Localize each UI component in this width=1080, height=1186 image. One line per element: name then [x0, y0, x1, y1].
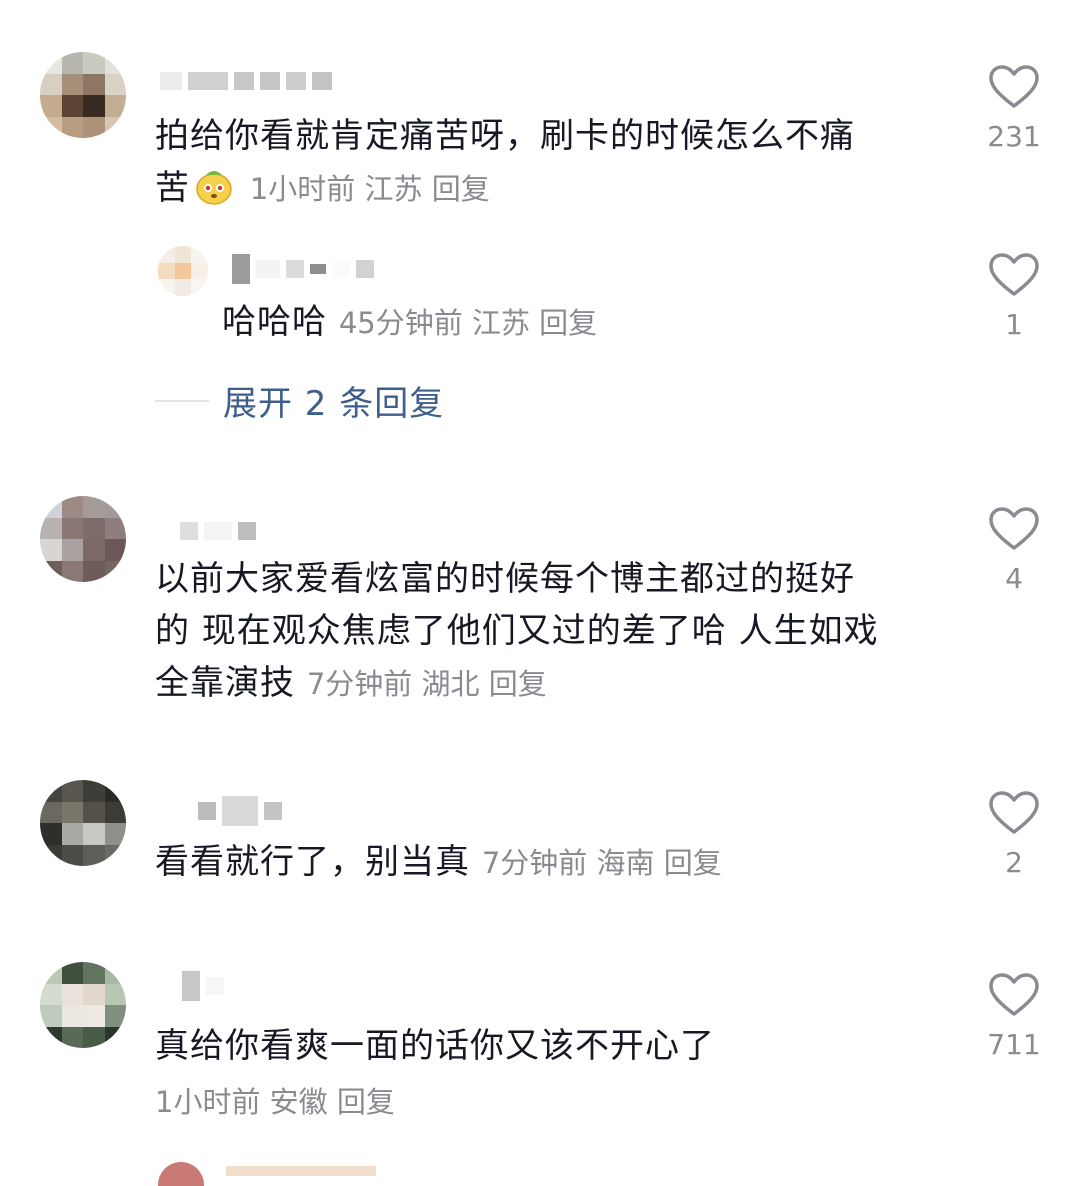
reply-location: 江苏 — [471, 306, 530, 340]
reply-button[interactable]: 回复 — [337, 1085, 395, 1119]
comment-text: 拍给你看就肯定痛苦呀，刷卡的时候怎么不痛 苦 1小时前 江苏 回复 — [155, 116, 855, 208]
avatar[interactable] — [40, 962, 126, 1048]
comment-text: 真给你看爽一面的话你又该不开心了 1小时前 安徽 回复 — [155, 1026, 715, 1119]
avatar[interactable] — [40, 52, 126, 138]
heart-outline-icon — [989, 65, 1039, 108]
like-count: 711 — [987, 1028, 1041, 1061]
avatar[interactable] — [40, 780, 126, 866]
like-count: 2 — [1005, 846, 1023, 879]
like-button[interactable]: 1 — [985, 252, 1043, 341]
avatar[interactable] — [158, 246, 208, 296]
comment-text: 看看就行了，别当真 7分钟前 海南 回复 — [155, 842, 722, 882]
reply-button[interactable]: 回复 — [664, 846, 722, 880]
like-button[interactable]: 2 — [985, 790, 1043, 879]
comment-time: 7分钟前 — [481, 846, 588, 880]
comment-time: 1小时前 — [249, 172, 356, 206]
comment-location: 江苏 — [364, 172, 423, 206]
like-button[interactable]: 711 — [985, 972, 1043, 1061]
comment-time: 1小时前 — [155, 1085, 261, 1119]
username-redacted[interactable] — [160, 70, 332, 92]
reply-time: 45分钟前 — [338, 306, 463, 340]
comment-location: 安徽 — [269, 1085, 328, 1119]
comment-time: 7分钟前 — [306, 667, 413, 701]
like-count: 231 — [987, 120, 1041, 153]
heart-outline-icon — [989, 507, 1039, 550]
username-redacted[interactable] — [182, 971, 224, 1001]
heart-outline-icon — [989, 253, 1039, 296]
username-redacted[interactable] — [198, 796, 282, 826]
expand-replies-label: 展开 2 条回复 — [223, 384, 445, 424]
comment-location: 湖北 — [421, 667, 480, 701]
like-button[interactable]: 231 — [985, 64, 1043, 153]
comment-location: 海南 — [596, 846, 655, 880]
expand-replies-button[interactable]: 展开 2 条回复 — [155, 376, 444, 425]
heart-outline-icon — [989, 791, 1039, 834]
like-button[interactable]: 4 — [985, 506, 1043, 595]
reply-text: 哈哈哈 45分钟前 江苏 回复 — [222, 302, 598, 342]
reply-button[interactable]: 回复 — [432, 172, 490, 206]
username-redacted[interactable] — [180, 520, 256, 542]
username-redacted[interactable] — [232, 254, 374, 284]
next-comment-name-partial — [226, 1166, 376, 1176]
reply-button[interactable]: 回复 — [539, 306, 597, 340]
divider — [155, 399, 209, 402]
like-count: 4 — [1005, 562, 1023, 595]
comment-text: 以前大家爱看炫富的时候每个博主都过的挺好 的 现在观众焦虑了他们又过的差了哈 人… — [155, 559, 879, 703]
reply-button[interactable]: 回复 — [489, 667, 547, 701]
next-comment-partial — [158, 1162, 204, 1186]
avatar[interactable] — [40, 496, 126, 582]
heart-outline-icon — [989, 973, 1039, 1016]
yellow-face-emoji-icon — [194, 167, 234, 207]
like-count: 1 — [1005, 308, 1023, 341]
